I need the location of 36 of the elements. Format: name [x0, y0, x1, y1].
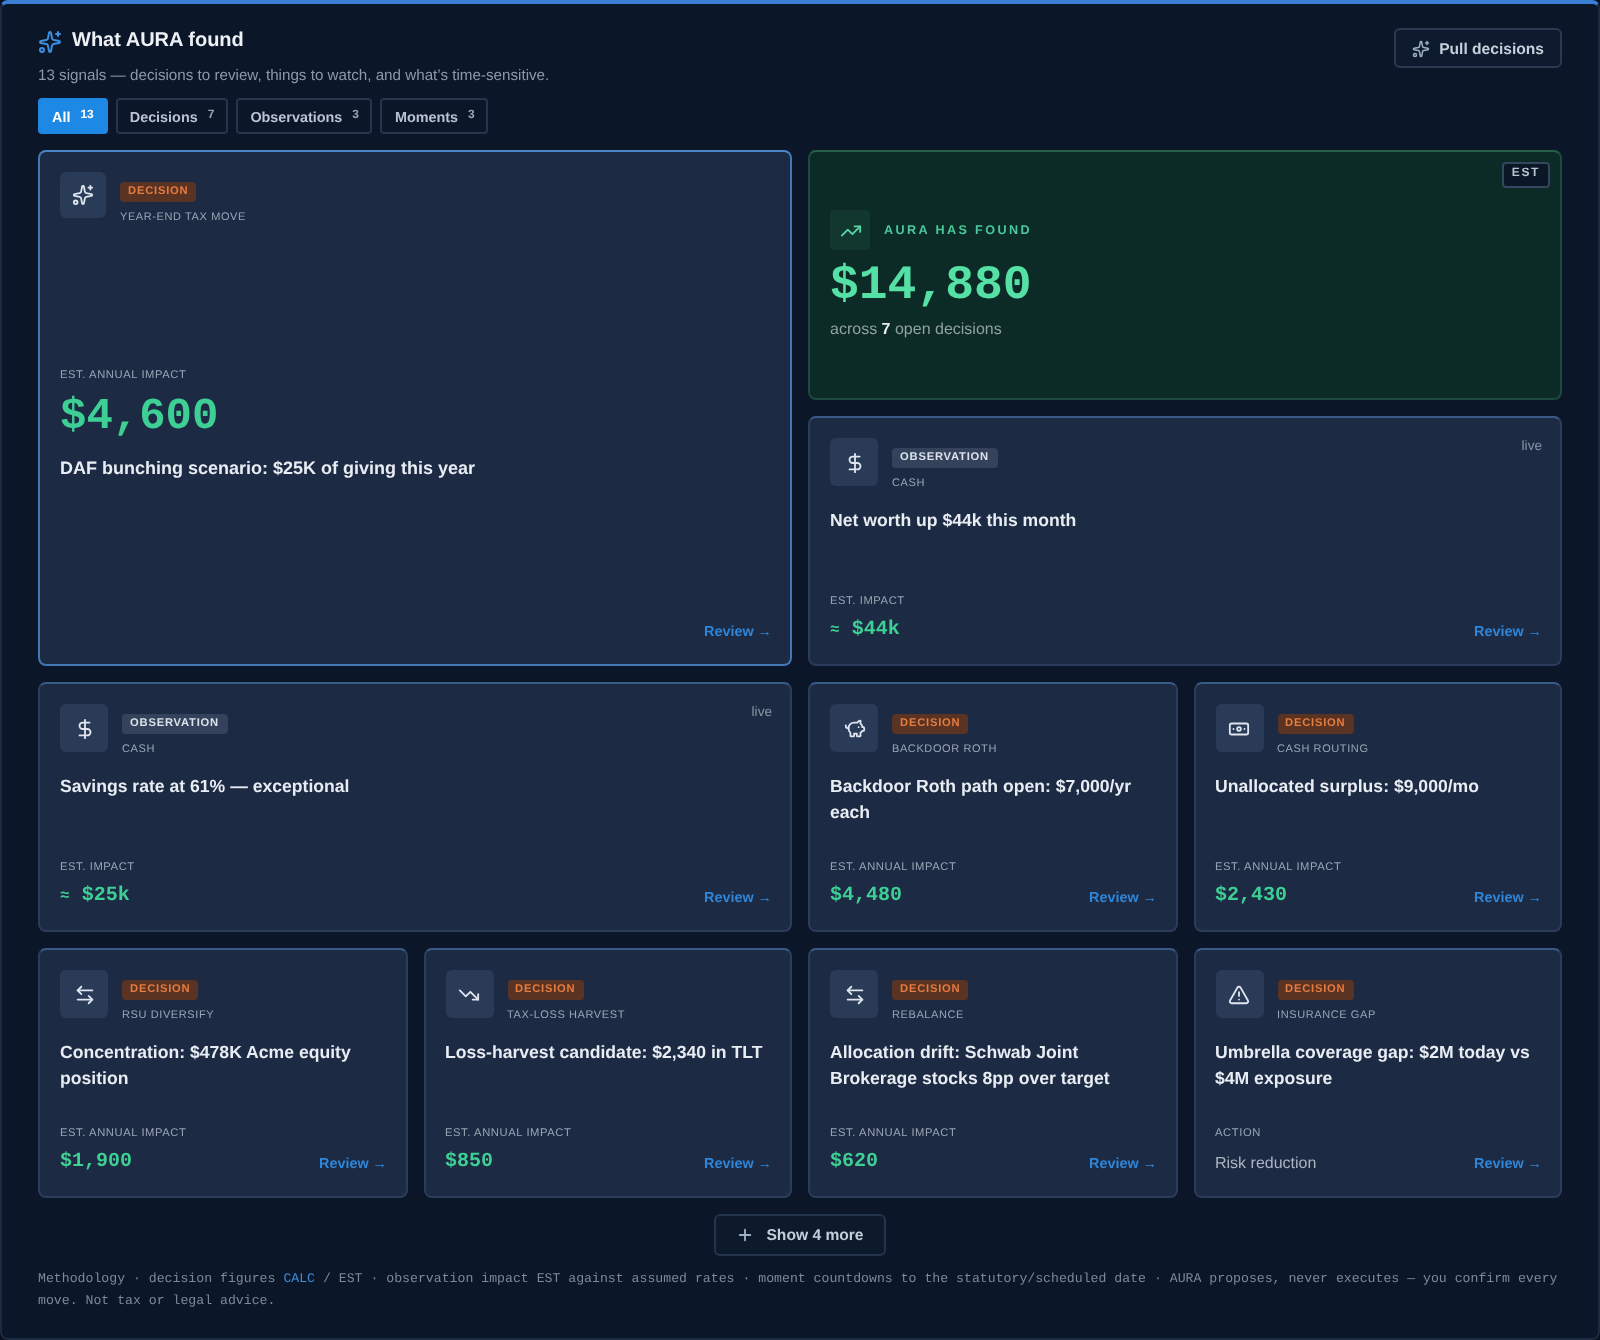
- impact-value: $1,900: [60, 1150, 133, 1176]
- card-title: Backdoor Roth path open: $7,000/yr each: [830, 774, 1134, 824]
- dollar-icon: [830, 438, 878, 486]
- dollar-icon: [60, 704, 108, 752]
- approx-symbol: ≈: [60, 885, 70, 909]
- card-title: Savings rate at 61% — exceptional: [60, 774, 352, 799]
- action-text: Risk reduction: [1215, 1152, 1317, 1176]
- warning-icon: [1215, 970, 1263, 1018]
- impact-value: $2,430: [1215, 884, 1288, 910]
- card-title: Concentration: $478K Acme equity position: [60, 1040, 353, 1090]
- impact-value: $850: [445, 1150, 494, 1176]
- arrows-swap-icon: [60, 970, 108, 1018]
- impact-value: $4,480: [830, 884, 903, 910]
- panel-title: What AURA found: [72, 28, 244, 56]
- plus-icon: [736, 1226, 755, 1244]
- card-title: Net worth up $44k this month: [830, 508, 1079, 533]
- card-title: Loss-harvest candidate: $2,340 in TLT: [445, 1040, 765, 1065]
- impact-value: $44k: [851, 618, 900, 644]
- summary-value: $14,880: [830, 262, 1034, 314]
- summary-caption: across 7 open decisions: [830, 318, 1004, 340]
- impact-value: $25k: [81, 884, 130, 910]
- impact-value: $620: [830, 1150, 879, 1176]
- impact-value: $4,600: [60, 391, 219, 444]
- approx-symbol: ≈: [830, 619, 840, 643]
- piggy-bank-icon: [830, 704, 878, 752]
- card-title: Umbrella coverage gap: $2M today vs $4M exposure: [1215, 1040, 1532, 1090]
- sparkles-icon: [38, 30, 62, 54]
- sparkles-icon: [60, 172, 106, 218]
- arrows-swap-icon: [830, 970, 878, 1018]
- card-title: Allocation drift: Schwab Joint Brokerage stocks 8pp over target: [830, 1040, 1112, 1090]
- trending-up-icon: [830, 210, 870, 250]
- card-title: DAF bunching scenario: $25K of giving this year: [60, 455, 478, 481]
- sparkles-icon: [1411, 39, 1430, 57]
- banknote-icon: [1215, 704, 1263, 752]
- card-title: Unallocated surplus: $9,000/mo: [1215, 774, 1481, 799]
- trending-down-icon: [445, 970, 493, 1018]
